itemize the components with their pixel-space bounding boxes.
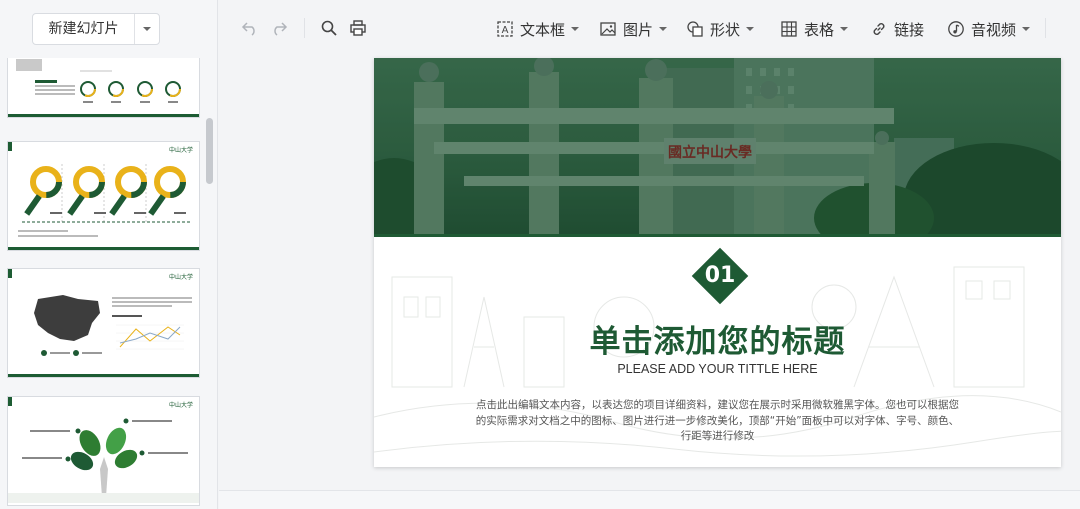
chevron-down-icon [1022, 27, 1031, 31]
new-slide-button[interactable]: 新建幻灯片 [32, 13, 160, 45]
chevron-down-icon [746, 27, 755, 31]
university-logo: 中山大学 [168, 147, 193, 154]
notes-area[interactable] [219, 490, 1080, 509]
image-icon [599, 20, 617, 38]
thumbnail-accent [8, 397, 12, 406]
university-logo: 中山大学 [168, 402, 193, 409]
table-tool[interactable]: 表格 [780, 16, 849, 42]
slide-thumbnail-4[interactable]: 中山大学 [7, 396, 200, 506]
slide-sidebar: 新建幻灯片 中山大学 中山大学 中山大学 [0, 0, 218, 509]
link-label: 链接 [894, 20, 925, 39]
search-icon[interactable] [318, 17, 340, 39]
chevron-down-icon [840, 27, 849, 31]
thumbnail-accent [8, 142, 12, 151]
thumbnail-3-graphic [34, 295, 192, 356]
thumbnail-accent [8, 269, 12, 278]
audio-video-icon [947, 20, 965, 38]
toolbar-divider [1045, 18, 1046, 38]
slide-title[interactable]: 单击添加您的标题 [374, 316, 1061, 361]
thumbnail-scrollbar[interactable] [206, 118, 213, 184]
thumbnail-footer-rule [8, 247, 199, 250]
campus-gate-photo[interactable]: 國立中山大學 [374, 58, 1061, 234]
table-label: 表格 [804, 20, 835, 39]
insert-toolbar: A 文本框 图片 形状 表格 链接 音视频 [219, 0, 1080, 56]
new-slide-label[interactable]: 新建幻灯片 [33, 14, 135, 44]
image-label: 图片 [623, 20, 654, 39]
textbox-tool[interactable]: A 文本框 [496, 16, 580, 42]
audio-video-label: 音视频 [971, 20, 1017, 39]
thumbnail-4-graphic [8, 418, 199, 503]
slide-thumbnail-2[interactable]: 中山大学 [7, 141, 200, 251]
image-tool[interactable]: 图片 [599, 16, 668, 42]
redo-icon[interactable] [268, 17, 290, 39]
slide-thumbnail-1[interactable] [7, 58, 200, 118]
print-icon[interactable] [347, 17, 369, 39]
textbox-label: 文本框 [520, 20, 566, 39]
gate-illustration: 國立中山大學 [374, 58, 1061, 234]
svg-text:A: A [502, 25, 509, 36]
shape-label: 形状 [710, 20, 741, 39]
toolbar-divider [304, 18, 305, 38]
chevron-down-icon [659, 27, 668, 31]
thumbnail-footer-rule [8, 114, 199, 117]
slide-thumbnail-3[interactable]: 中山大学 [7, 268, 200, 378]
slide-subtitle[interactable]: PLEASE ADD YOUR TITTLE HERE [374, 362, 1061, 376]
chevron-down-icon [571, 27, 580, 31]
thumbnail-2-graphic [18, 164, 190, 237]
link-icon [870, 20, 888, 38]
section-number[interactable]: 01 [690, 261, 750, 291]
new-slide-dropdown[interactable] [135, 27, 159, 31]
link-tool[interactable]: 链接 [870, 16, 924, 42]
textbox-icon: A [496, 20, 514, 38]
slide-body-text[interactable]: 点击此出编辑文本内容，以表达您的项目详细资料，建议您在展示时采用微软雅黑字体。您… [474, 398, 961, 445]
shape-icon [686, 20, 704, 38]
thumbnail-footer-rule [8, 374, 199, 377]
audio-video-tool[interactable]: 音视频 [947, 16, 1031, 42]
slide-thumbnail-list[interactable]: 中山大学 中山大学 中山大学 [0, 58, 218, 509]
shape-tool[interactable]: 形状 [686, 16, 755, 42]
university-logo: 中山大学 [168, 274, 193, 281]
chevron-down-icon [143, 27, 151, 31]
table-icon [780, 20, 798, 38]
thumbnail-1-graphic [16, 59, 181, 103]
undo-icon[interactable] [239, 17, 261, 39]
slide-canvas[interactable]: 國立中山大學 01 单击添加您的标题 PLEASE ADD YOUR TITTL… [374, 58, 1061, 467]
